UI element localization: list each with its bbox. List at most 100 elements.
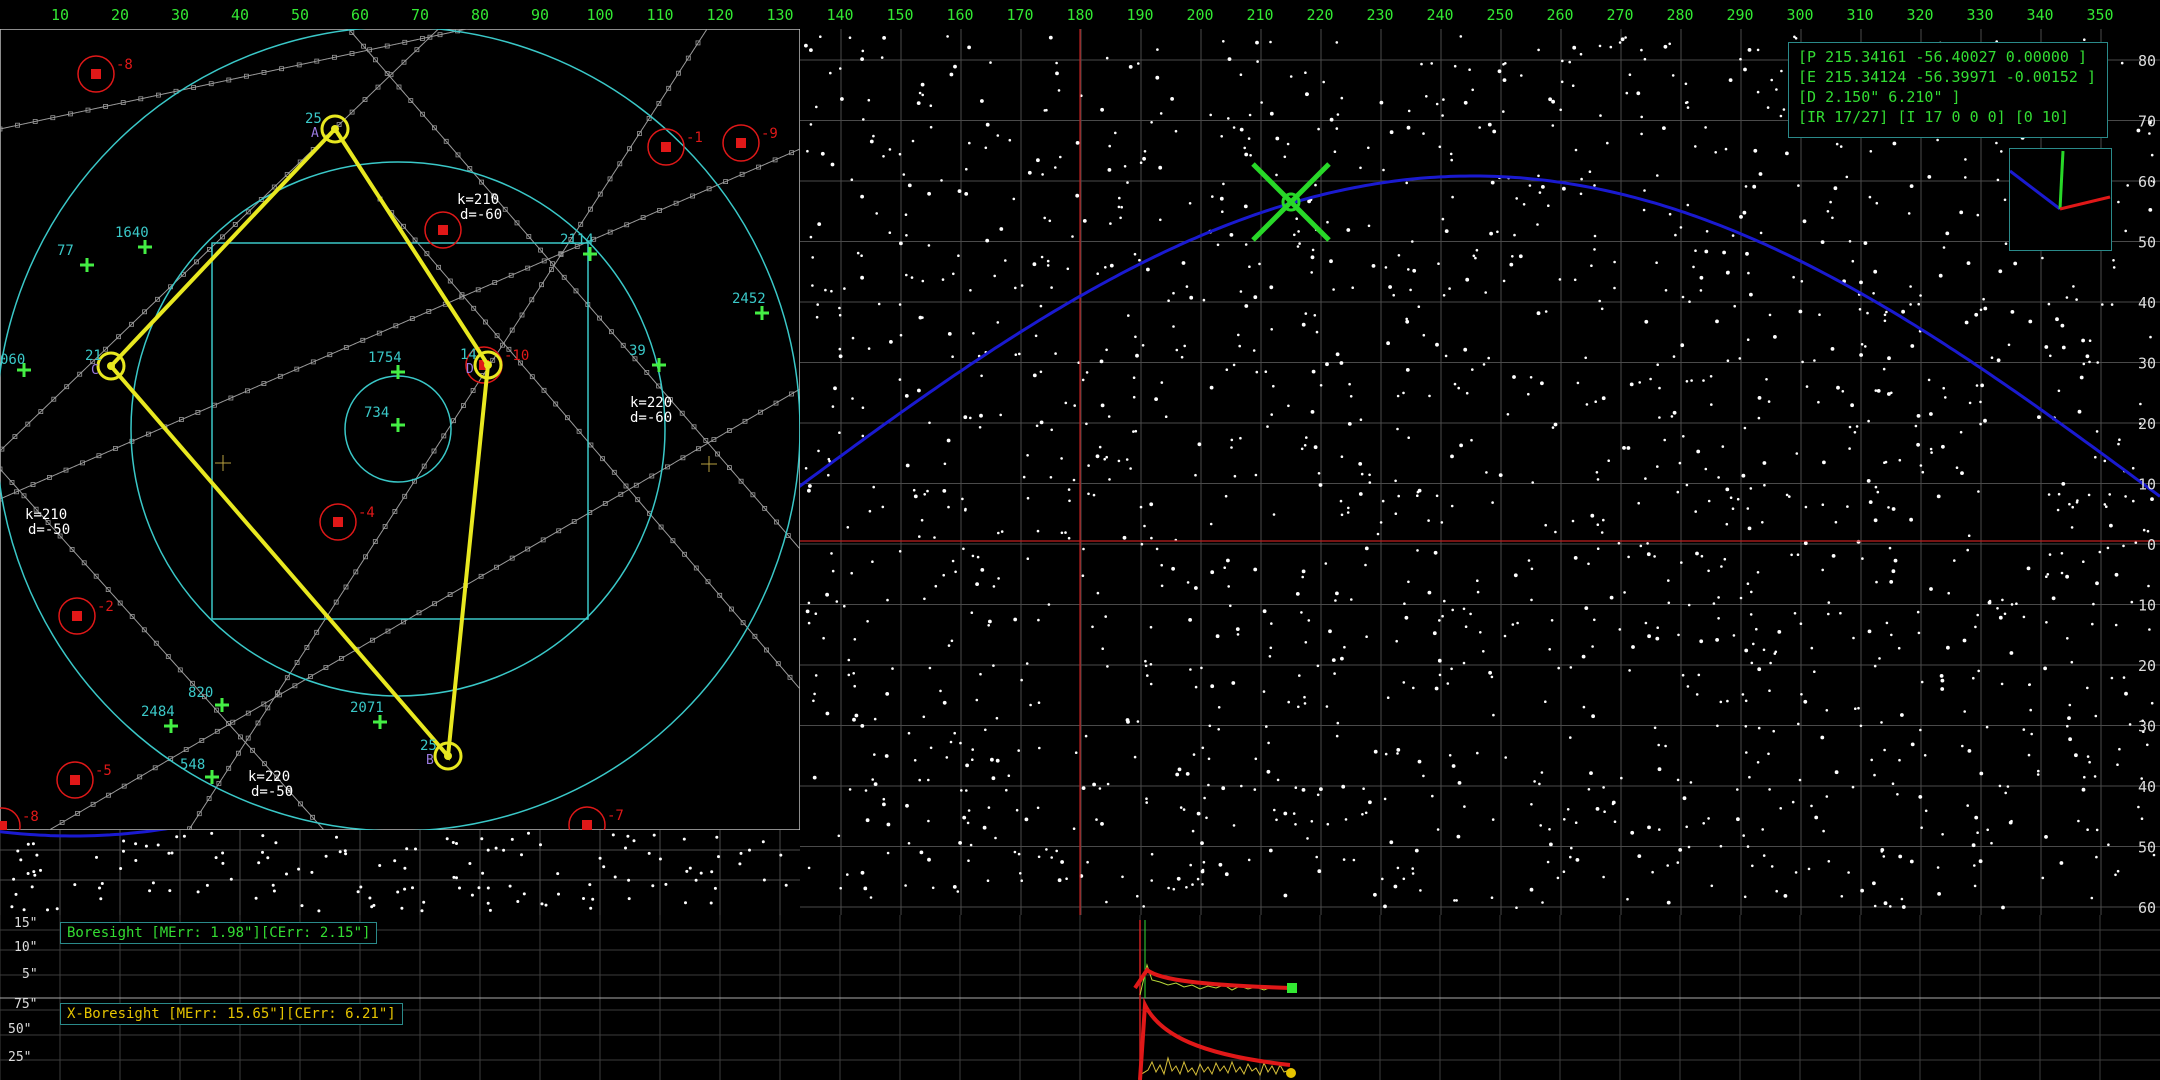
svg-text:14: 14 <box>460 347 477 363</box>
top-axis-tick: 190 <box>1126 6 1153 24</box>
top-axis-tick: 110 <box>646 6 673 24</box>
top-axis-tick: 50 <box>291 6 309 24</box>
top-axis-tick: 60 <box>351 6 369 24</box>
svg-text:2484: 2484 <box>141 704 175 720</box>
right-axis-tick: 40 <box>2138 294 2156 312</box>
star-field-inset[interactable]: k=210 d=-60 k=220 d=-60 k=210 d=-50 k=22… <box>0 29 800 830</box>
svg-text:2071: 2071 <box>350 700 384 716</box>
svg-text:-8: -8 <box>22 809 39 825</box>
readout-line-ir: [IR 17/27] [I 17 0 0 0] [0 10] <box>1798 108 2069 126</box>
top-axis-tick: 70 <box>411 6 429 24</box>
grid-label-k220-bottom: k=220 <box>248 769 290 785</box>
svg-text:1754: 1754 <box>368 350 402 366</box>
top-axis-tick: 330 <box>1966 6 1993 24</box>
svg-text:-4: -4 <box>358 505 375 521</box>
top-axis-tick: 300 <box>1786 6 1813 24</box>
right-axis-tick: 50 <box>2138 234 2156 252</box>
grid-label-k210-top: k=210 <box>457 192 499 208</box>
top-axis-tick: 160 <box>946 6 973 24</box>
svg-text:d=-60: d=-60 <box>630 410 672 426</box>
svg-text:-2: -2 <box>97 599 114 615</box>
right-axis-tick: 40 <box>2138 778 2156 796</box>
top-axis-tick: 180 <box>1066 6 1093 24</box>
right-axis-tick: 80 <box>2138 52 2156 70</box>
top-axis-tick: 30 <box>171 6 189 24</box>
svg-text:25: 25 <box>420 738 437 754</box>
top-axis-tick: 40 <box>231 6 249 24</box>
right-axis-tick: 70 <box>2138 113 2156 131</box>
top-axis-tick: 210 <box>1246 6 1273 24</box>
top-axis-tick: 310 <box>1846 6 1873 24</box>
top-axis-tick: 260 <box>1546 6 1573 24</box>
top-axis-tick: 350 <box>2086 6 2113 24</box>
readout-line-p: [P 215.34161 -56.40027 0.00000 ] <box>1798 48 2087 66</box>
svg-text:-5: -5 <box>95 763 112 779</box>
top-axis-tick: 320 <box>1906 6 1933 24</box>
target-crosshair[interactable] <box>1251 162 1331 242</box>
readout-line-e: [E 215.34124 -56.39971 -0.00152 ] <box>1798 68 2097 86</box>
grid-label-k210-left: k=210 <box>25 507 67 523</box>
svg-text:d=-60: d=-60 <box>460 207 502 223</box>
top-axis-tick: 90 <box>531 6 549 24</box>
svg-text:-1: -1 <box>686 130 703 146</box>
boresight-ytick-5: 5" <box>22 967 38 982</box>
x-boresight-ytick-50: 50" <box>8 1022 32 1037</box>
top-axis-tick: 230 <box>1366 6 1393 24</box>
svg-text:39: 39 <box>629 343 646 359</box>
top-axis-tick: 200 <box>1186 6 1213 24</box>
svg-text:B: B <box>426 753 434 768</box>
svg-text:820: 820 <box>188 685 213 701</box>
svg-text:-7: -7 <box>607 808 624 824</box>
right-axis-tick: 10 <box>2138 476 2156 494</box>
svg-text:C: C <box>91 363 99 378</box>
svg-text:734: 734 <box>364 405 389 421</box>
compass-blue-axis <box>2009 169 2061 211</box>
svg-text:77: 77 <box>57 243 74 259</box>
readout-line-d: [D 2.150" 6.210" ] <box>1798 88 1961 106</box>
compass-red-axis <box>2059 195 2111 211</box>
top-axis-tick: 120 <box>706 6 733 24</box>
top-axis-tick: 280 <box>1666 6 1693 24</box>
top-axis-tick: 80 <box>471 6 489 24</box>
svg-text:548: 548 <box>180 757 205 773</box>
right-axis-tick: 60 <box>2138 899 2156 917</box>
top-axis-tick: 100 <box>586 6 613 24</box>
right-axis-tick: 50 <box>2138 839 2156 857</box>
top-axis-tick: 240 <box>1426 6 1453 24</box>
svg-text:2452: 2452 <box>732 291 766 307</box>
boresight-ytick-15: 15" <box>14 916 38 931</box>
boresight-ytick-10: 10" <box>14 940 38 955</box>
grid-label-k220-right: k=220 <box>630 395 672 411</box>
top-axis: 10 20 30 40 50 60 70 80 90 100 110 120 130 140 150 160 1… <box>51 6 2114 24</box>
top-axis-tick: 270 <box>1606 6 1633 24</box>
svg-text:21: 21 <box>85 348 102 364</box>
boresight-current-marker <box>1287 983 1297 993</box>
svg-text:060: 060 <box>0 352 25 368</box>
compass-green-axis <box>2058 150 2065 210</box>
top-axis-tick: 290 <box>1726 6 1753 24</box>
top-axis-tick: 250 <box>1486 6 1513 24</box>
coordinate-readout-panel: [P 215.34161 -56.40027 0.00000 ] [E 215.… <box>1788 42 2108 138</box>
svg-text:1640: 1640 <box>115 225 149 241</box>
right-axis-tick: 0 <box>2147 536 2156 554</box>
x-boresight-ytick-25: 25" <box>8 1050 32 1065</box>
top-axis-tick: 170 <box>1006 6 1033 24</box>
top-axis-tick: 220 <box>1306 6 1333 24</box>
x-boresight-ytick-75: 75" <box>14 997 38 1012</box>
right-axis-tick: 30 <box>2138 718 2156 736</box>
svg-text:2114: 2114 <box>560 232 594 248</box>
svg-text:-8: -8 <box>116 57 133 73</box>
top-axis-tick: 10 <box>51 6 69 24</box>
svg-text:A: A <box>311 126 319 141</box>
right-axis-tick: 60 <box>2138 173 2156 191</box>
x-boresight-current-marker <box>1286 1068 1296 1078</box>
top-axis-tick: 140 <box>826 6 853 24</box>
orientation-compass <box>2009 148 2112 251</box>
top-axis-tick: 130 <box>766 6 793 24</box>
svg-text:-9: -9 <box>761 126 778 142</box>
x-boresight-label: X-Boresight [MErr: 15.65"][CErr: 6.21"] <box>60 1003 403 1025</box>
svg-text:d=-50: d=-50 <box>251 784 293 800</box>
right-axis-tick: 20 <box>2138 415 2156 433</box>
svg-text:25: 25 <box>305 111 322 127</box>
boresight-label: Boresight [MErr: 1.98"][CErr: 2.15"] <box>60 922 378 944</box>
